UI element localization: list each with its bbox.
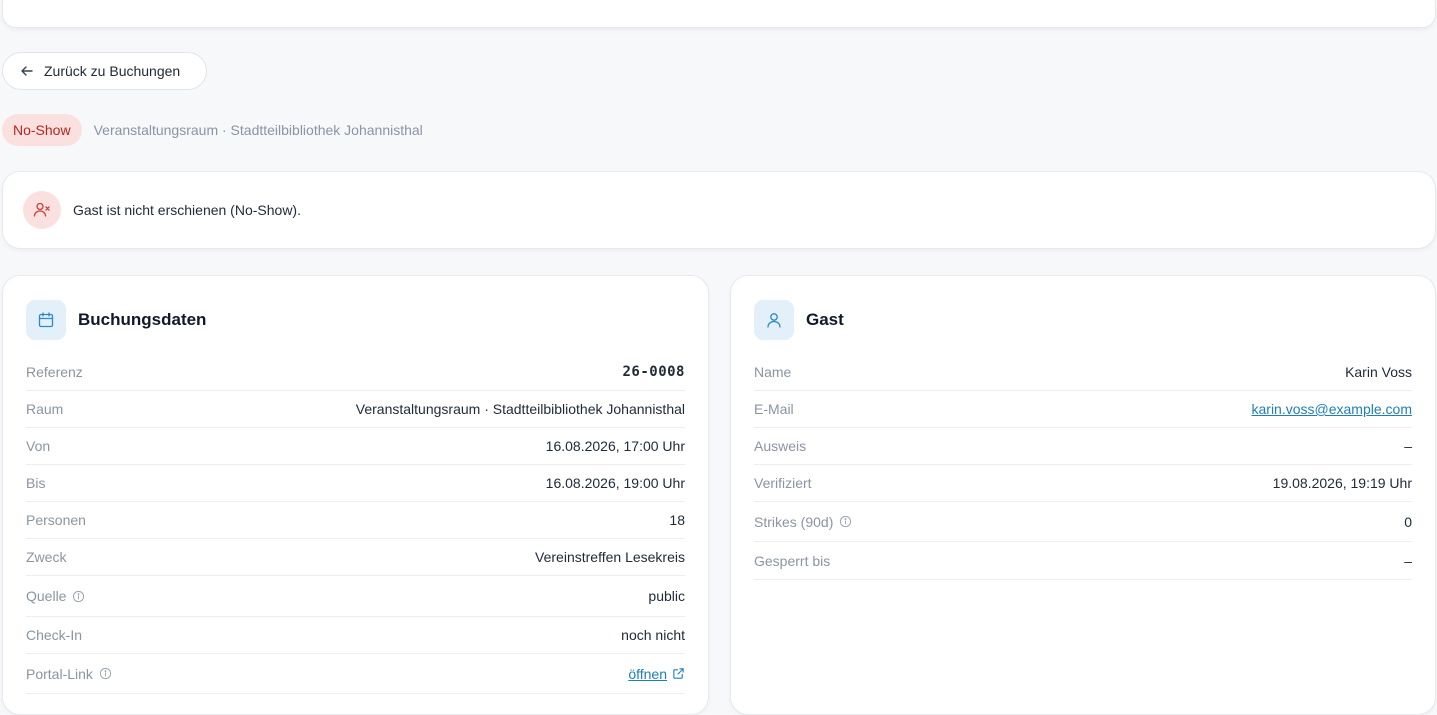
source-label: Quelle bbox=[26, 588, 85, 604]
row-email: E-Mail karin.voss@example.com bbox=[754, 391, 1412, 428]
email-link[interactable]: karin.voss@example.com bbox=[1252, 401, 1413, 417]
portal-link-label: Portal-Link bbox=[26, 666, 112, 682]
row-label: Verifiziert bbox=[754, 475, 812, 491]
id-document-value: – bbox=[1404, 438, 1412, 454]
source-value: public bbox=[648, 588, 685, 604]
external-link-icon bbox=[673, 668, 684, 679]
row-label: E-Mail bbox=[754, 401, 794, 417]
row-to: Bis 16.08.2026, 19:00 Uhr bbox=[26, 465, 685, 502]
row-id-document: Ausweis – bbox=[754, 428, 1412, 465]
row-label: Von bbox=[26, 438, 51, 454]
no-show-alert: Gast ist nicht erschienen (No-Show). bbox=[2, 171, 1436, 249]
row-checkin: Check-In noch nicht bbox=[26, 617, 685, 654]
row-label: Quelle bbox=[26, 588, 67, 604]
verified-value: 19.08.2026, 19:19 Uhr bbox=[1272, 475, 1412, 491]
row-label: Referenz bbox=[26, 364, 83, 380]
row-label: Zweck bbox=[26, 549, 67, 565]
status-row: No-Show Veranstaltungsraum · Stadtteilbi… bbox=[2, 114, 423, 146]
row-label: Portal-Link bbox=[26, 665, 93, 682]
row-label: Personen bbox=[26, 512, 86, 528]
info-icon[interactable] bbox=[72, 590, 85, 603]
name-value: Karin Voss bbox=[1345, 364, 1412, 380]
blocked-until-value: – bbox=[1404, 552, 1412, 569]
reference-value: 26-0008 bbox=[622, 364, 685, 380]
info-icon[interactable] bbox=[99, 667, 112, 680]
row-label: Raum bbox=[26, 401, 64, 417]
row-room: Raum Veranstaltungsraum · Stadtteilbibli… bbox=[26, 391, 685, 428]
guest-rows: Name Karin Voss E-Mail karin.voss@exampl… bbox=[754, 354, 1412, 580]
persons-value: 18 bbox=[669, 512, 685, 528]
booking-card-title: Buchungsdaten bbox=[78, 310, 207, 329]
to-value: 16.08.2026, 19:00 Uhr bbox=[545, 475, 685, 491]
row-strikes: Strikes (90d) 0 bbox=[754, 502, 1412, 542]
booking-rows: Referenz 26-0008 Raum Veranstaltungsraum… bbox=[26, 354, 685, 694]
row-label: Bis bbox=[26, 475, 46, 491]
row-name: Name Karin Voss bbox=[754, 354, 1412, 391]
user-x-icon bbox=[23, 191, 61, 229]
portal-link-open[interactable]: öffnen bbox=[628, 666, 685, 682]
row-verified: Verifiziert 19.08.2026, 19:19 Uhr bbox=[754, 465, 1412, 502]
row-blocked-until: Gesperrt bis – bbox=[754, 542, 1412, 580]
row-persons: Personen 18 bbox=[26, 502, 685, 539]
portal-link-text[interactable]: öffnen bbox=[628, 666, 667, 682]
calendar-icon bbox=[26, 300, 66, 340]
arrow-left-icon bbox=[21, 66, 33, 76]
purpose-value: Vereinstreffen Lesekreis bbox=[535, 549, 685, 565]
strikes-label: Strikes (90d) bbox=[754, 514, 852, 530]
checkin-value: noch nicht bbox=[621, 627, 685, 643]
status-badge: No-Show bbox=[2, 114, 82, 146]
from-value: 16.08.2026, 17:00 Uhr bbox=[545, 438, 685, 454]
top-panel bbox=[2, 0, 1436, 28]
guest-card: Gast Name Karin Voss E-Mail karin.voss@e… bbox=[730, 275, 1436, 715]
booking-details-card: Buchungsdaten Referenz 26-0008 Raum Vera… bbox=[2, 275, 709, 715]
back-button-label: Zurück zu Buchungen bbox=[44, 63, 181, 79]
status-subtitle: Veranstaltungsraum · Stadtteilbibliothek… bbox=[93, 122, 423, 138]
row-label: Ausweis bbox=[754, 438, 807, 454]
alert-text: Gast ist nicht erschienen (No-Show). bbox=[73, 202, 301, 218]
guest-card-header: Gast bbox=[754, 300, 844, 340]
row-label: Name bbox=[754, 364, 792, 380]
row-label: Gesperrt bis bbox=[754, 552, 831, 569]
row-source: Quelle public bbox=[26, 576, 685, 617]
room-value: Veranstaltungsraum · Stadtteilbibliothek… bbox=[355, 401, 685, 417]
row-portal-link: Portal-Link öffnen bbox=[26, 654, 685, 694]
strikes-value: 0 bbox=[1404, 513, 1412, 530]
row-from: Von 16.08.2026, 17:00 Uhr bbox=[26, 428, 685, 465]
info-icon[interactable] bbox=[839, 515, 852, 528]
row-label: Check-In bbox=[26, 627, 83, 643]
user-icon bbox=[754, 300, 794, 340]
row-reference: Referenz 26-0008 bbox=[26, 354, 685, 391]
guest-card-title: Gast bbox=[806, 310, 844, 329]
back-to-bookings-button[interactable]: Zurück zu Buchungen bbox=[2, 52, 207, 90]
row-label: Strikes (90d) bbox=[754, 513, 834, 530]
booking-card-header: Buchungsdaten bbox=[26, 300, 206, 340]
row-purpose: Zweck Vereinstreffen Lesekreis bbox=[26, 539, 685, 576]
